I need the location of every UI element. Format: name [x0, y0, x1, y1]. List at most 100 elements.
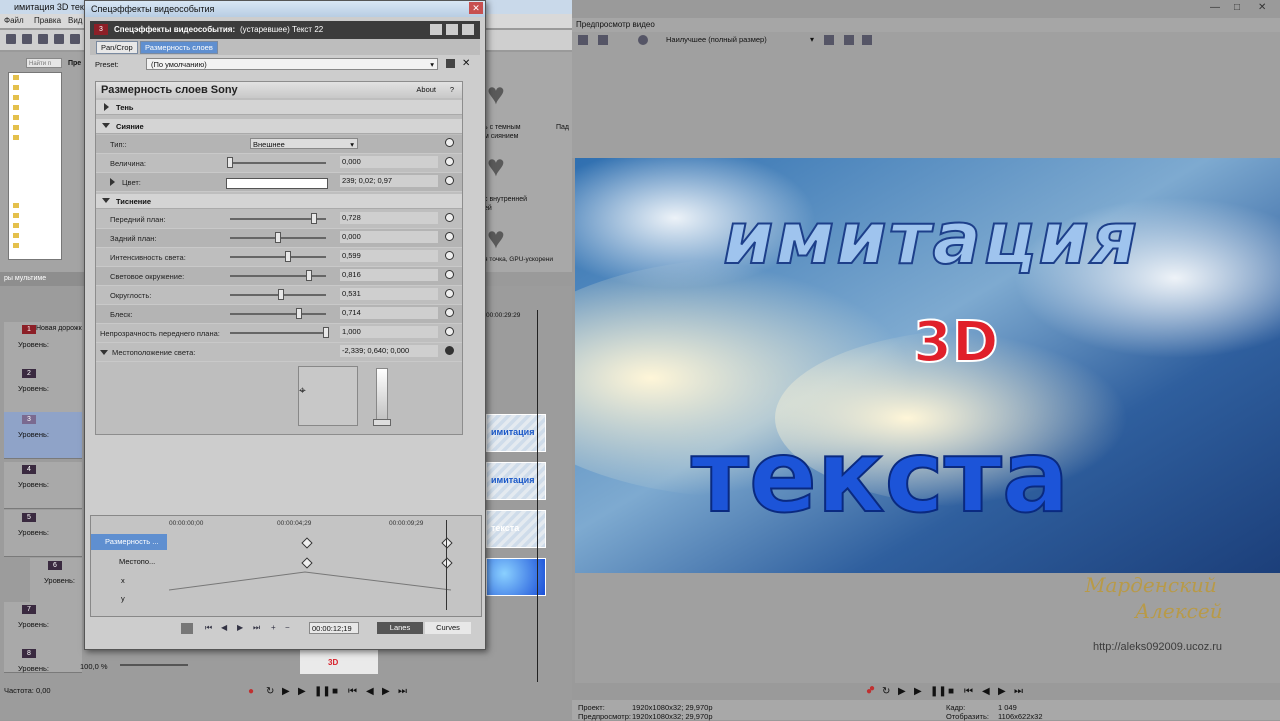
menu-view[interactable]: Вид [68, 16, 82, 25]
chevron-down-icon[interactable]: ▾ [810, 35, 814, 44]
next-keyframe-icon[interactable]: ▶ [237, 623, 243, 632]
param-slider[interactable] [230, 232, 326, 243]
keyframe[interactable] [301, 557, 313, 569]
slider-knob[interactable] [323, 327, 329, 338]
preset-select[interactable]: (По умолчанию) ▾ [146, 58, 438, 70]
about-button[interactable]: About [416, 85, 436, 94]
preview-mode-icon[interactable] [638, 35, 648, 45]
first-keyframe-icon[interactable]: ⏮ [205, 623, 212, 633]
render-icon[interactable] [70, 34, 80, 44]
expand-icon[interactable] [110, 178, 115, 186]
heart-thumbnail-icon[interactable]: ♥ [487, 152, 505, 182]
track-header[interactable]: 2 Уровень: [4, 366, 82, 413]
play-start-icon[interactable]: ▶ [298, 686, 306, 697]
prev-frame-icon[interactable]: ◀ [982, 686, 990, 697]
heart-thumbnail-icon[interactable]: ♥ [487, 224, 505, 254]
prev-frame-icon[interactable]: ◀ [366, 686, 374, 697]
param-value[interactable]: 0,599 [340, 250, 438, 262]
fx-dialog-titlebar[interactable]: Спецэффекты видеособытия ✕ [85, 1, 485, 17]
close-icon[interactable]: ✕ [1258, 2, 1266, 13]
timeline-playhead[interactable] [537, 310, 538, 682]
animate-clock-icon[interactable] [445, 176, 454, 185]
track-header-selected[interactable]: 3 Уровень: [4, 412, 82, 459]
help-button[interactable]: ? [450, 85, 454, 94]
animate-clock-icon[interactable] [445, 308, 454, 317]
animate-clock-icon[interactable] [445, 213, 454, 222]
param-value[interactable]: 1,000 [340, 326, 438, 338]
animate-clock-icon[interactable] [445, 327, 454, 336]
param-value[interactable]: 239; 0,02; 0,97 [340, 175, 438, 187]
glow-type-select[interactable]: Внешнее ▾ [250, 138, 358, 149]
param-value[interactable]: 0,816 [340, 269, 438, 281]
track-level-slider[interactable] [120, 664, 188, 666]
animate-clock-icon[interactable] [445, 270, 454, 279]
slider-knob[interactable] [227, 157, 233, 168]
light-depth-slider[interactable] [373, 368, 391, 426]
save-snapshot-icon[interactable] [862, 35, 872, 45]
track-header[interactable]: 4 Уровень: [4, 462, 82, 509]
record-icon[interactable]: ● [248, 686, 254, 697]
keyframe-row-header[interactable]: Местопо... [91, 554, 167, 570]
loop-icon[interactable]: ↻ [266, 686, 274, 697]
copy-snapshot-icon[interactable] [844, 35, 854, 45]
param-slider[interactable] [227, 157, 326, 168]
collapse-icon[interactable] [100, 350, 108, 355]
tab-pan-crop[interactable]: Pan/Crop [96, 41, 138, 54]
keyframe[interactable] [441, 557, 453, 569]
next-frame-icon[interactable]: ▶ [998, 686, 1006, 697]
param-value[interactable]: 0,531 [340, 288, 438, 300]
keyframe[interactable] [301, 537, 313, 549]
lanes-button[interactable]: Lanes [377, 622, 423, 634]
heart-thumbnail-icon[interactable]: ♥ [487, 80, 505, 110]
go-end-icon[interactable]: ⏭ [398, 686, 407, 697]
slider-knob[interactable] [277, 289, 284, 300]
watermark-url[interactable]: http://aleks092009.ucoz.ru [1093, 641, 1222, 653]
maximize-icon[interactable]: □ [1234, 2, 1240, 13]
stop-icon[interactable]: ■ [332, 686, 338, 697]
stop-icon[interactable]: ■ [948, 686, 954, 697]
param-value[interactable]: -2,339; 0,640; 0,000 [340, 345, 438, 357]
timeline-clip-small[interactable]: 3D [300, 648, 378, 674]
delete-keyframe-icon[interactable]: − [285, 623, 290, 632]
explorer-search-input[interactable]: Найти п [26, 58, 62, 68]
animate-clock-icon[interactable] [445, 289, 454, 298]
track-header[interactable]: 8 Уровень: [4, 646, 82, 673]
light-position-pad[interactable]: ⌖ [298, 366, 358, 426]
param-value[interactable]: 0,000 [340, 156, 438, 168]
new-icon[interactable] [6, 34, 16, 44]
preview-quality-select[interactable]: Наилучшее (полный размер) [666, 35, 767, 44]
animate-clock-icon[interactable] [445, 157, 454, 166]
close-icon[interactable]: ✕ [469, 2, 483, 14]
play-icon[interactable]: ▶ [282, 686, 290, 697]
save-icon[interactable] [38, 34, 48, 44]
fx-grid-icon[interactable] [446, 24, 458, 35]
section-emboss[interactable]: Тиснение [96, 194, 462, 209]
param-slider[interactable] [230, 327, 329, 338]
track-header[interactable]: 7 Уровень: [4, 602, 82, 649]
keyframe-row-header[interactable]: x [91, 574, 167, 588]
play-start-icon[interactable]: ▶ [914, 686, 922, 697]
pause-icon[interactable]: ❚❚ [930, 686, 947, 697]
tab-layer-dimensionality[interactable]: Размерность слоев [140, 41, 218, 54]
animate-clock-icon[interactable] [445, 251, 454, 260]
go-start-icon[interactable]: ⏮ [964, 686, 973, 697]
properties-icon[interactable] [54, 34, 64, 44]
track-header[interactable]: 5 Уровень: [4, 510, 82, 557]
section-glow[interactable]: Сияние [96, 119, 462, 134]
animate-clock-icon[interactable] [445, 346, 454, 355]
slider-knob[interactable] [296, 308, 303, 319]
delete-preset-icon[interactable]: ✕ [462, 58, 470, 69]
explorer-tab[interactable]: ры мультиме [0, 272, 90, 286]
param-slider[interactable] [230, 289, 326, 300]
keyframe-row-header[interactable]: y [91, 592, 167, 606]
overlays-icon[interactable] [824, 35, 834, 45]
next-frame-icon[interactable]: ▶ [382, 686, 390, 697]
param-slider[interactable] [230, 308, 326, 319]
sync-cursor-icon[interactable] [181, 623, 193, 634]
param-slider[interactable] [230, 213, 326, 224]
menu-file[interactable]: Файл [4, 16, 24, 25]
go-start-icon[interactable]: ⏮ [348, 686, 357, 697]
preview-properties-icon[interactable] [578, 35, 588, 45]
slider-knob[interactable] [275, 232, 281, 243]
animate-clock-icon[interactable] [445, 232, 454, 241]
